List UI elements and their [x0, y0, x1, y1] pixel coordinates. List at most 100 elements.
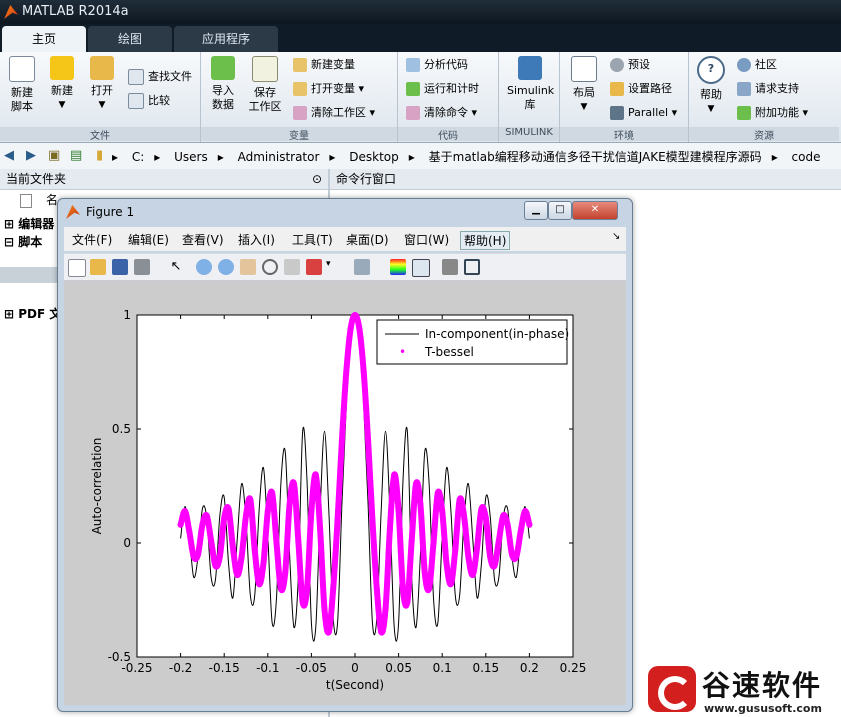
menu-view[interactable]: 查看(V): [182, 231, 224, 248]
breadcrumb-item[interactable]: Users: [174, 150, 208, 164]
run-time-button[interactable]: 运行和计时: [406, 80, 479, 98]
menu-tools[interactable]: 工具(T): [292, 231, 333, 248]
simulink-group: Simulink 库 SIMULINK: [499, 52, 560, 142]
breadcrumb-item[interactable]: C:: [132, 150, 144, 164]
print-icon[interactable]: [134, 259, 150, 275]
open-variable-label: 打开变量: [311, 82, 355, 95]
open-variable-button[interactable]: 打开变量 ▾: [293, 80, 364, 98]
import-icon: [211, 56, 235, 80]
minimize-button[interactable]: ▁: [524, 201, 548, 220]
menu-help[interactable]: 帮助(H): [460, 231, 511, 250]
menu-desktop[interactable]: 桌面(D): [346, 231, 389, 248]
compare-button[interactable]: 比较: [128, 92, 170, 110]
tree-item-scripts[interactable]: ⊟ 脚本: [4, 233, 42, 250]
breadcrumb-item[interactable]: 基于matlab编程移动通信多径干扰信道JAKE模型建模程序源码: [429, 150, 762, 164]
community-button[interactable]: 社区: [737, 56, 777, 74]
open-button[interactable]: 打开 ▼: [82, 56, 122, 112]
variable-group: 导入 数据 保存 工作区 新建变量 打开变量 ▾ 清除工作区 ▾ 变量: [201, 52, 398, 142]
selected-row[interactable]: [0, 267, 60, 283]
compare-label: 比较: [148, 94, 170, 107]
data-cursor-icon[interactable]: [284, 259, 300, 275]
y-tick-label: 1: [123, 308, 131, 322]
preferences-button[interactable]: 预设: [610, 56, 650, 74]
zoom-out-icon[interactable]: [218, 259, 234, 275]
figure-window[interactable]: Figure 1 ▁ □ ✕ 文件(F) 编辑(E) 查看(V) 插入(I) 工…: [57, 198, 633, 712]
set-path-button[interactable]: 设置路径: [610, 80, 672, 98]
brush-dropdown-icon[interactable]: ▾: [326, 259, 342, 275]
menu-window[interactable]: 窗口(W): [404, 231, 449, 248]
tab-apps[interactable]: 应用程序: [174, 26, 278, 52]
browse-folder-icon[interactable]: ▤: [70, 148, 82, 163]
maximize-button[interactable]: □: [548, 201, 572, 220]
new-script-label: 新建 脚本: [11, 86, 33, 113]
request-support-button[interactable]: 请求支持: [737, 80, 799, 98]
x-tick-label: 0.1: [433, 661, 452, 675]
watermark-logo-icon: [648, 666, 696, 712]
show-tools-icon[interactable]: [464, 259, 480, 275]
help-button[interactable]: ? 帮助 ▼: [691, 56, 731, 116]
new-script-button[interactable]: 新建 脚本: [2, 56, 42, 114]
layout-button[interactable]: 布局 ▼: [564, 56, 604, 114]
data-point-t-bessel: [513, 553, 520, 560]
dock-arrow-icon[interactable]: ↘: [612, 231, 620, 242]
hide-tools-icon[interactable]: [442, 259, 458, 275]
menu-insert[interactable]: 插入(I): [238, 231, 275, 248]
data-point-t-bessel: [321, 606, 328, 613]
name-column-header[interactable]: 名: [20, 191, 58, 208]
new-variable-button[interactable]: 新建变量: [293, 56, 355, 74]
menu-file[interactable]: 文件(F): [72, 231, 112, 248]
data-point-t-bessel: [426, 585, 433, 592]
simulink-library-button[interactable]: Simulink 库: [507, 56, 554, 112]
breadcrumb-item[interactable]: Administrator: [238, 150, 320, 164]
new-figure-icon[interactable]: [68, 259, 86, 277]
x-tick-label: -0.1: [256, 661, 279, 675]
legend-icon[interactable]: [412, 259, 430, 277]
save-workspace-label: 保存 工作区: [248, 86, 282, 113]
data-point-t-bessel: [369, 517, 376, 524]
analyze-icon: [406, 58, 420, 72]
parallel-button[interactable]: Parallel ▾: [610, 104, 677, 122]
data-point-t-bessel: [212, 562, 219, 569]
brush-icon[interactable]: [306, 259, 322, 275]
legend[interactable]: In-component(in-phase) • T-bessel: [376, 319, 569, 365]
pane-menu-icon[interactable]: ⊙: [312, 169, 322, 189]
open-file-icon[interactable]: [90, 259, 106, 275]
zoom-in-icon[interactable]: [196, 259, 212, 275]
x-tick-label: 0.2: [520, 661, 539, 675]
data-point-t-bessel: [229, 544, 236, 551]
import-data-button[interactable]: 导入 数据: [203, 56, 243, 112]
save-icon[interactable]: [112, 259, 128, 275]
up-folder-icon[interactable]: ▣: [48, 148, 60, 163]
breadcrumb-item[interactable]: code: [792, 150, 821, 164]
back-arrow-icon[interactable]: ◀: [4, 148, 14, 163]
clear-workspace-button[interactable]: 清除工作区 ▾: [293, 104, 375, 122]
tab-plots[interactable]: 绘图: [88, 26, 172, 52]
rotate-3d-icon[interactable]: [262, 259, 278, 275]
addons-button[interactable]: 附加功能 ▾: [737, 104, 808, 122]
tree-item-editor[interactable]: ⊞ 编辑器: [4, 215, 54, 232]
menu-edit[interactable]: 编辑(E): [128, 231, 169, 248]
find-files-button[interactable]: 查找文件: [128, 68, 192, 86]
analyze-code-button[interactable]: 分析代码: [406, 56, 468, 74]
breadcrumb[interactable]: ▸ C: ▸ Users ▸ Administrator ▸ Desktop ▸ 基于m…: [112, 148, 831, 165]
forward-arrow-icon[interactable]: ▶: [26, 148, 36, 163]
plus-icon: [50, 56, 74, 80]
watermark-text: 谷速软件: [702, 669, 823, 702]
pan-hand-icon[interactable]: [240, 259, 256, 275]
pointer-icon[interactable]: ↖: [168, 259, 184, 275]
close-button[interactable]: ✕: [572, 201, 618, 220]
data-point-t-bessel: [277, 585, 284, 592]
data-point-t-bessel: [461, 512, 467, 519]
data-point-t-bessel: [221, 514, 228, 521]
colorbar-icon[interactable]: [390, 259, 406, 275]
tab-home[interactable]: 主页: [2, 26, 86, 52]
data-point-t-bessel: [465, 553, 472, 560]
save-workspace-button[interactable]: 保存 工作区: [245, 56, 285, 114]
clear-commands-button[interactable]: 清除命令 ▾: [406, 104, 477, 122]
data-point-t-bessel: [382, 606, 389, 613]
link-plot-icon[interactable]: [354, 259, 370, 275]
tree-item-pdf[interactable]: ⊞ PDF 文: [4, 305, 61, 322]
new-button[interactable]: 新建 ▼: [42, 56, 82, 112]
simulink-icon: [518, 56, 542, 80]
breadcrumb-item[interactable]: Desktop: [349, 150, 399, 164]
